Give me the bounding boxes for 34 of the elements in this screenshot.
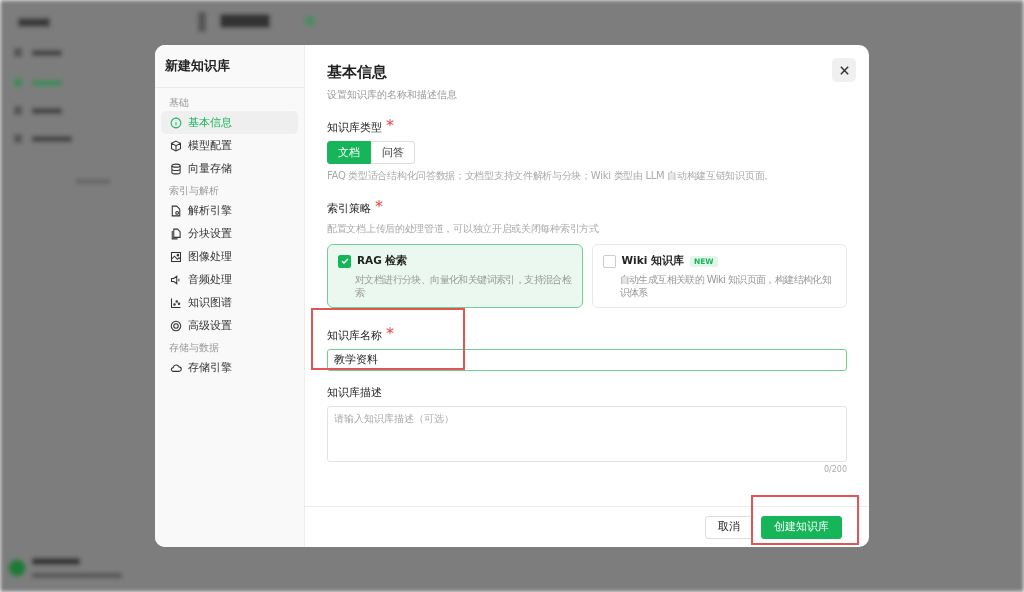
description-input-field[interactable]: 请输入知识库描述（可选） [327, 406, 847, 462]
section-title: 基本信息 [327, 63, 387, 82]
nav-group-label: 索引与解析 [168, 184, 220, 198]
character-counter: 0/200 [823, 465, 847, 474]
nav-item[interactable]: 解析引擎 [161, 199, 298, 222]
field-label: 知识库类型 [327, 120, 382, 135]
field-label: 知识库名称 [327, 328, 382, 343]
nav-item[interactable]: 模型配置 [161, 134, 298, 157]
field-hint: FAQ 类型适合结构化问答数据；文档型支持文件解析与分块；Wiki 类型由 LLM 自动构建互链知识页面。 [327, 169, 775, 183]
name-input-field[interactable]: 教学资料 [327, 349, 847, 371]
required-mark: * [375, 197, 383, 216]
card-description: 自动生成互相关联的 Wiki 知识页面，构建结构化知识体系 [619, 273, 833, 299]
required-mark: * [386, 324, 394, 343]
cancel-button[interactable]: 取消 [705, 515, 753, 539]
section-subtitle: 设置知识库的名称和描述信息 [327, 88, 457, 102]
card-title: RAG 检索 [357, 254, 408, 268]
nav-item[interactable]: 分块设置 [161, 222, 298, 245]
field-label: 知识库描述 [327, 385, 382, 400]
field-label: 索引策略 [327, 201, 371, 216]
nav-item[interactable]: 存储引擎 [161, 356, 298, 379]
nav-item[interactable]: 向量存储 [161, 157, 298, 180]
dialog-title: 新建知识库 [155, 45, 304, 88]
nav-item[interactable]: 知识图谱 [161, 291, 298, 314]
nav-item[interactable]: 音频处理 [161, 268, 298, 291]
type-option[interactable]: 问答 [371, 141, 415, 164]
strategy-card[interactable]: RAG 检索 对文档进行分块、向量化和关键词索引，支持混合检索 [327, 244, 583, 308]
card-description: 对文档进行分块、向量化和关键词索引，支持混合检索 [355, 273, 573, 299]
nav-item[interactable]: 高级设置 [161, 314, 298, 337]
card-title: Wiki 知识库 [621, 254, 684, 268]
nav-item[interactable]: 图像处理 [161, 245, 298, 268]
field-hint: 配置文档上传后的处理管道，可以独立开启或关闭每种索引方式 [327, 222, 600, 236]
nav-group-label: 存储与数据 [168, 341, 220, 355]
nav-group-label: 基础 [168, 96, 190, 110]
required-mark: * [386, 116, 394, 135]
